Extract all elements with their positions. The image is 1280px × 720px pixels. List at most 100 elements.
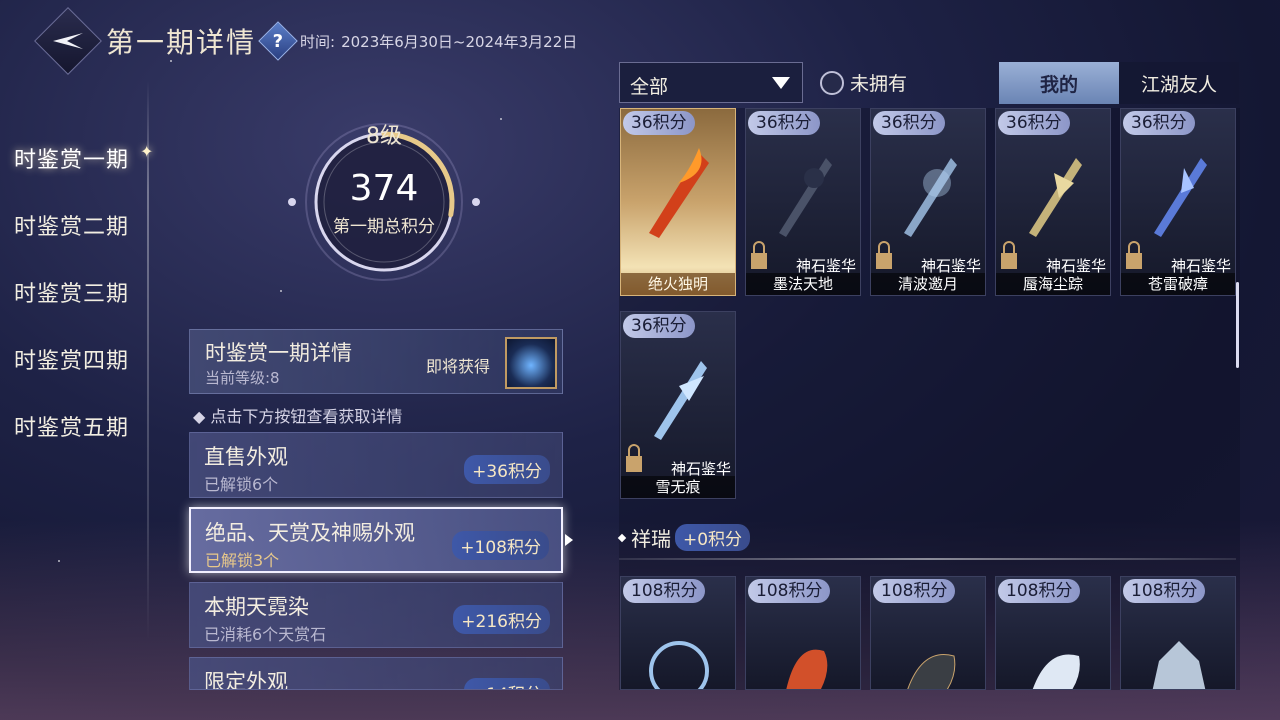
time-value: 2023年6月30日~2024年3月22日 <box>341 32 578 51</box>
lock-icon <box>751 241 767 269</box>
section-divider <box>619 558 1236 560</box>
source-sub: 已解锁6个 <box>204 475 279 494</box>
period-label: 时鉴赏四期 <box>14 348 130 374</box>
item-card[interactable]: 36积分 绝火独明 <box>620 108 736 296</box>
header: 第一期详情 ? 时间: 2023年6月30日~2024年3月22日 <box>34 7 578 75</box>
points-badge: +108积分 <box>452 531 549 560</box>
item-card[interactable]: 108积分 <box>745 576 861 690</box>
item-name: 清波邀月 <box>871 273 985 295</box>
lock-icon <box>626 444 642 472</box>
period-label: 时鉴赏五期 <box>14 415 130 441</box>
item-card[interactable]: 36积分 神石鉴华 苍雷破瘴 <box>1120 108 1236 296</box>
total-score: 374 <box>349 168 419 209</box>
reward-thumbnail[interactable] <box>505 337 557 389</box>
back-button[interactable] <box>34 7 102 75</box>
source-item-limited[interactable]: 限定外观 +14积分 <box>189 657 563 690</box>
ice-beast-icon <box>649 641 709 689</box>
item-card[interactable]: 108积分 <box>620 576 736 690</box>
diamond-icon <box>617 533 627 542</box>
item-name: 苍雷破瘴 <box>1121 273 1235 295</box>
item-name: 墨法天地 <box>746 273 860 295</box>
source-item-dye[interactable]: 本期天霓染 已消耗6个天赏石 +216积分 <box>189 582 563 648</box>
points-tag: 36积分 <box>623 314 695 338</box>
radio-icon[interactable] <box>820 70 844 95</box>
coming-soon-label: 即将获得 <box>426 357 491 376</box>
lock-icon <box>1126 241 1142 269</box>
item-name: 蜃海尘踪 <box>996 273 1110 295</box>
section-header: 祥瑞 +0积分 <box>617 523 751 552</box>
source-title: 本期天霓染 <box>204 595 309 619</box>
item-name: 绝火独明 <box>621 273 735 295</box>
item-card[interactable]: 108积分 <box>995 576 1111 690</box>
points-badge: +216积分 <box>453 605 550 634</box>
fire-beast-icon <box>786 649 828 689</box>
chevron-down-icon <box>772 77 790 89</box>
source-title: 绝品、天赏及神赐外观 <box>205 521 415 545</box>
points-badge: +36积分 <box>464 455 550 484</box>
wave-sword-icon <box>904 158 957 237</box>
source-item-direct[interactable]: 直售外观 已解锁6个 +36积分 <box>189 432 563 498</box>
dark-dragon-icon <box>907 654 956 689</box>
palace-icon <box>1152 641 1206 689</box>
score-ring: 8级 374 第一期总积分 <box>284 112 484 282</box>
item-card[interactable]: 36积分 神石鉴华 雪无痕 <box>620 311 736 499</box>
item-card[interactable]: 36积分 神石鉴华 蜃海尘踪 <box>995 108 1111 296</box>
source-item-premium[interactable]: 绝品、天赏及神赐外观 已解锁3个 +108积分 <box>189 507 563 573</box>
star-decoration <box>280 290 282 292</box>
star-decoration <box>58 560 60 562</box>
help-icon[interactable]: ? <box>258 21 298 61</box>
points-tag: 108积分 <box>1123 579 1206 603</box>
source-title: 直售外观 <box>204 445 288 469</box>
hint-text: ◆ 点击下方按钮查看获取详情 <box>193 407 403 426</box>
item-card[interactable]: 36积分 神石鉴华 清波邀月 <box>870 108 986 296</box>
period-item-4[interactable]: 时鉴赏四期 <box>14 325 154 392</box>
item-name: 雪无痕 <box>621 476 735 498</box>
points-tag: 108积分 <box>873 579 956 603</box>
unowned-toggle[interactable]: 未拥有 <box>820 69 907 96</box>
time-label: 时间: <box>300 32 336 51</box>
unowned-label: 未拥有 <box>850 73 908 95</box>
page-title: 第一期详情 <box>106 26 257 59</box>
period-item-3[interactable]: 时鉴赏三期 <box>14 258 154 325</box>
mirage-sword-icon <box>1029 158 1082 237</box>
period-nav: 时鉴赏一期 ✦ 时鉴赏二期 时鉴赏三期 时鉴赏四期 时鉴赏五期 <box>14 124 154 459</box>
points-tag: 36积分 <box>748 111 820 135</box>
filter-dropdown[interactable]: 全部 <box>619 62 803 103</box>
white-dragon-icon <box>1032 654 1080 689</box>
period-label: 时鉴赏一期 <box>14 147 130 173</box>
points-tag: 36积分 <box>998 111 1070 135</box>
source-title: 限定外观 <box>204 670 288 690</box>
selected-arrow-icon <box>565 534 573 546</box>
current-level: 当前等级:8 <box>205 369 280 387</box>
period-item-5[interactable]: 时鉴赏五期 <box>14 392 154 459</box>
tab-mine[interactable]: 我的 <box>999 62 1119 104</box>
period-label: 时鉴赏三期 <box>14 281 130 307</box>
period-detail-card[interactable]: 时鉴赏一期详情 当前等级:8 即将获得 <box>189 329 563 394</box>
help-symbol: ? <box>272 30 284 52</box>
source-sub: 已消耗6个天赏石 <box>204 625 327 644</box>
period-label: 时鉴赏二期 <box>14 214 130 240</box>
period-item-2[interactable]: 时鉴赏二期 <box>14 191 154 258</box>
ink-sword-icon <box>779 158 832 237</box>
period-item-1[interactable]: 时鉴赏一期 ✦ <box>14 124 154 191</box>
star-decoration <box>500 118 502 120</box>
back-arrow-icon <box>53 33 83 49</box>
detail-title: 时鉴赏一期详情 <box>205 341 352 365</box>
section-badge: +0积分 <box>675 524 751 551</box>
points-tag: 36积分 <box>873 111 945 135</box>
points-badge: +14积分 <box>464 678 550 689</box>
scrollbar[interactable] <box>1236 282 1239 368</box>
snow-sword-icon <box>654 361 707 440</box>
section-title: 祥瑞 <box>631 527 671 551</box>
points-tag: 36积分 <box>623 111 695 135</box>
level-text: 8级 <box>366 124 402 149</box>
lock-icon <box>1001 241 1017 269</box>
points-tag: 108积分 <box>998 579 1081 603</box>
item-card[interactable]: 108积分 <box>870 576 986 690</box>
flame-sword-icon <box>649 148 709 238</box>
tab-friends[interactable]: 江湖友人 <box>1119 62 1239 104</box>
lock-icon <box>876 241 892 269</box>
item-card[interactable]: 36积分 神石鉴华 墨法天地 <box>745 108 861 296</box>
sparkle-icon: ✦ <box>140 142 155 161</box>
item-card[interactable]: 108积分 <box>1120 576 1236 690</box>
